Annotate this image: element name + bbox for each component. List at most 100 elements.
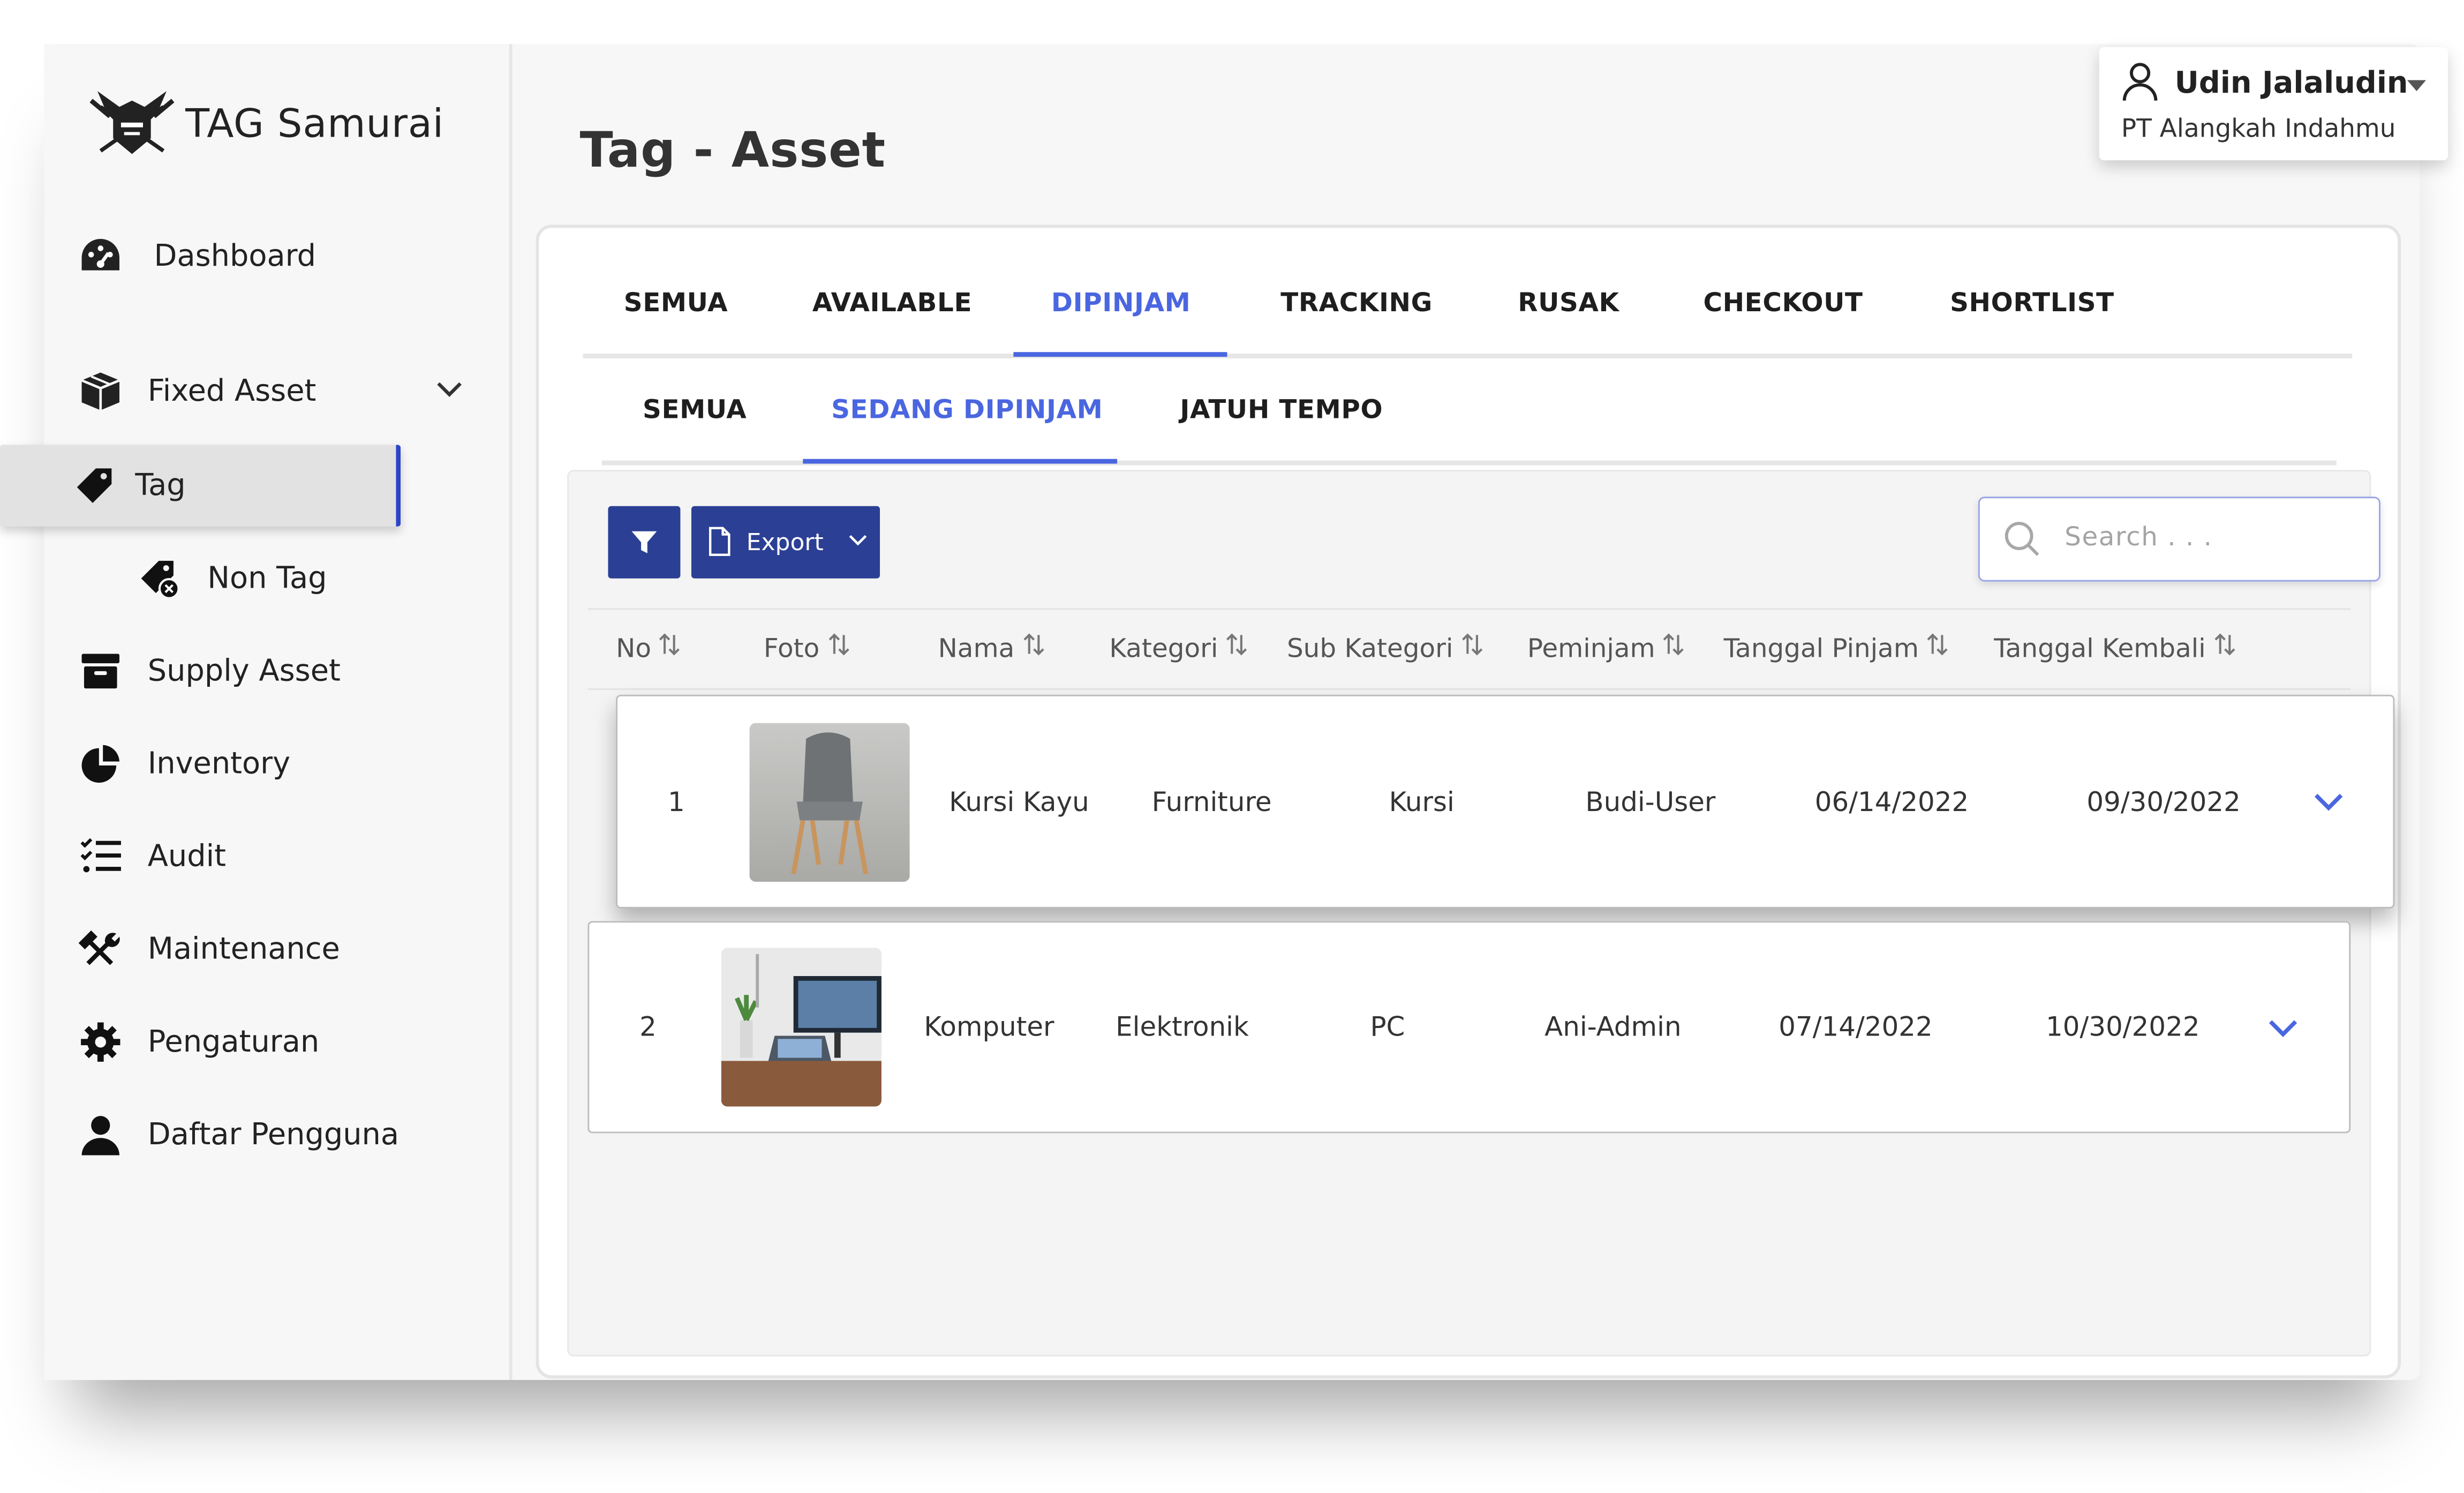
- search-icon: [2005, 522, 2039, 556]
- expand-chevron-icon[interactable]: [2311, 791, 2346, 813]
- sidebar-item-maintenance[interactable]: Maintenance: [78, 927, 340, 971]
- column-label: Nama: [938, 632, 1015, 663]
- sidebar-item-fixed-asset[interactable]: Fixed Asset: [79, 369, 316, 413]
- sidebar-item-pengaturan[interactable]: Pengaturan: [79, 1020, 320, 1064]
- cell-tanggal-kembali: 09/30/2022: [2086, 787, 2241, 819]
- logo-text: TAG Samurai: [185, 100, 444, 146]
- sidebar-item-label: Non Tag: [207, 561, 327, 596]
- sort-icon: [2213, 632, 2235, 663]
- user-outline-icon: [2122, 63, 2158, 101]
- cell-kategori: Elektronik: [1116, 1012, 1249, 1044]
- page-title: Tag - Asset: [579, 122, 886, 179]
- sort-icon: [1461, 632, 1483, 663]
- sidebar-item-non-tag[interactable]: Non Tag: [138, 557, 327, 601]
- pie-chart-icon: [79, 742, 123, 786]
- user-menu[interactable]: Udin Jalaludin PT Alangkah Indahmu: [2099, 47, 2448, 161]
- tab-tracking[interactable]: TRACKING: [1280, 288, 1433, 318]
- sidebar-item-tag[interactable]: Tag: [72, 464, 186, 508]
- sidebar-item-label: Inventory: [147, 746, 291, 782]
- cell-sub-kategori: Kursi: [1389, 787, 1455, 819]
- sidebar-item-label: Pengaturan: [147, 1024, 320, 1060]
- main-tabs: SEMUA AVAILABLE DIPINJAM TRACKING RUSAK …: [583, 272, 2353, 358]
- gear-icon: [79, 1020, 123, 1064]
- column-label: Tanggal Pinjam: [1723, 632, 1919, 663]
- column-header-tanggal-kembali[interactable]: Tanggal Kembali: [1994, 632, 2235, 663]
- sidebar-item-inventory[interactable]: Inventory: [79, 742, 290, 786]
- cell-nama: Komputer: [924, 1012, 1054, 1044]
- archive-icon: [79, 649, 123, 693]
- export-label: Export: [746, 528, 824, 557]
- tab-dipinjam[interactable]: DIPINJAM: [1051, 288, 1191, 318]
- search-input[interactable]: [2061, 520, 2367, 553]
- cell-sub-kategori: PC: [1370, 1012, 1405, 1044]
- tab-available[interactable]: AVAILABLE: [812, 288, 972, 318]
- table-row[interactable]: 2 Komputer Elektronik PC Ani-Admin 07/14…: [587, 921, 2351, 1134]
- sort-icon: [1022, 632, 1044, 663]
- sort-icon: [659, 632, 681, 663]
- column-header-tanggal-pinjam[interactable]: Tanggal Pinjam: [1724, 632, 1949, 663]
- filter-icon: [631, 531, 657, 553]
- search-box[interactable]: [1978, 497, 2381, 582]
- tools-icon: [78, 927, 123, 971]
- chevron-down-icon: [849, 535, 867, 546]
- cell-tanggal-kembali: 10/30/2022: [2046, 1012, 2200, 1044]
- sort-icon: [827, 632, 849, 663]
- sidebar-item-audit[interactable]: Audit: [79, 835, 226, 879]
- tag-icon: [72, 464, 116, 508]
- column-label: Sub Kategori: [1286, 632, 1453, 663]
- active-subtab-indicator: [803, 459, 1118, 464]
- file-icon: [709, 527, 730, 556]
- cell-no: 2: [639, 1012, 657, 1044]
- sidebar-item-label: Tag: [135, 468, 186, 503]
- sidebar-item-supply-asset[interactable]: Supply Asset: [79, 649, 341, 693]
- user-name: Udin Jalaludin: [2174, 66, 2408, 101]
- sidebar: TAG Samurai Dashboard Fixed Asset Tag No…: [0, 44, 513, 1381]
- cell-nama: Kursi Kayu: [949, 787, 1089, 819]
- active-tab-indicator: [1013, 352, 1227, 357]
- column-label: Foto: [763, 632, 820, 663]
- sort-icon: [1663, 632, 1685, 663]
- sort-icon: [1226, 632, 1248, 663]
- column-header-foto[interactable]: Foto: [764, 632, 849, 663]
- filter-button[interactable]: [608, 506, 681, 579]
- tab-shortlist[interactable]: SHORTLIST: [1950, 288, 2114, 318]
- column-header-sub-kategori[interactable]: Sub Kategori: [1287, 632, 1483, 663]
- cell-no: 1: [667, 787, 685, 819]
- table-header: No Foto Nama Kategori Sub Kategori Pemin…: [587, 608, 2351, 691]
- desk-computer-photo: [721, 948, 881, 1107]
- table-row[interactable]: 1 Kursi Kayu Furniture Kursi Budi-User 0…: [616, 694, 2395, 909]
- sidebar-item-daftar-pengguna[interactable]: Daftar Pengguna: [79, 1113, 399, 1157]
- sidebar-item-label: Audit: [147, 839, 227, 874]
- sidebar-item-label: Maintenance: [147, 932, 340, 967]
- sidebar-item-label: Daftar Pengguna: [147, 1117, 400, 1152]
- tab-checkout[interactable]: CHECKOUT: [1703, 288, 1863, 318]
- column-label: Tanggal Kembali: [1994, 632, 2206, 663]
- column-header-kategori[interactable]: Kategori: [1109, 632, 1248, 663]
- column-header-no[interactable]: No: [616, 632, 681, 663]
- sort-icon: [1927, 632, 1949, 663]
- export-button[interactable]: Export: [691, 506, 880, 579]
- app-logo[interactable]: TAG Samurai: [88, 85, 444, 160]
- cube-box-icon: [79, 369, 123, 413]
- tab-semua[interactable]: SEMUA: [624, 288, 728, 318]
- checklist-icon: [79, 835, 123, 879]
- chair-photo: [749, 723, 910, 882]
- subtab-jatuh-tempo[interactable]: JATUH TEMPO: [1180, 394, 1383, 424]
- column-header-peminjam[interactable]: Peminjam: [1527, 632, 1685, 663]
- cell-peminjam: Ani-Admin: [1544, 1012, 1682, 1044]
- sidebar-item-dashboard[interactable]: Dashboard: [79, 234, 316, 278]
- chevron-down-icon[interactable]: [434, 379, 465, 401]
- sidebar-item-label: Supply Asset: [147, 654, 341, 689]
- content-panel: SEMUA AVAILABLE DIPINJAM TRACKING RUSAK …: [536, 224, 2401, 1379]
- tab-rusak[interactable]: RUSAK: [1518, 288, 1619, 318]
- caret-down-icon[interactable]: [2406, 79, 2428, 94]
- cell-tanggal-pinjam: 06/14/2022: [1814, 787, 1969, 819]
- subtab-semua[interactable]: SEMUA: [643, 394, 747, 424]
- column-header-nama[interactable]: Nama: [938, 632, 1044, 663]
- expand-chevron-icon[interactable]: [2266, 1017, 2301, 1039]
- cell-kategori: Furniture: [1151, 787, 1272, 819]
- column-label: Kategori: [1109, 632, 1218, 663]
- subtab-sedang-dipinjam[interactable]: SEDANG DIPINJAM: [831, 394, 1103, 424]
- samurai-logo-icon: [89, 91, 175, 154]
- column-label: Peminjam: [1527, 632, 1655, 663]
